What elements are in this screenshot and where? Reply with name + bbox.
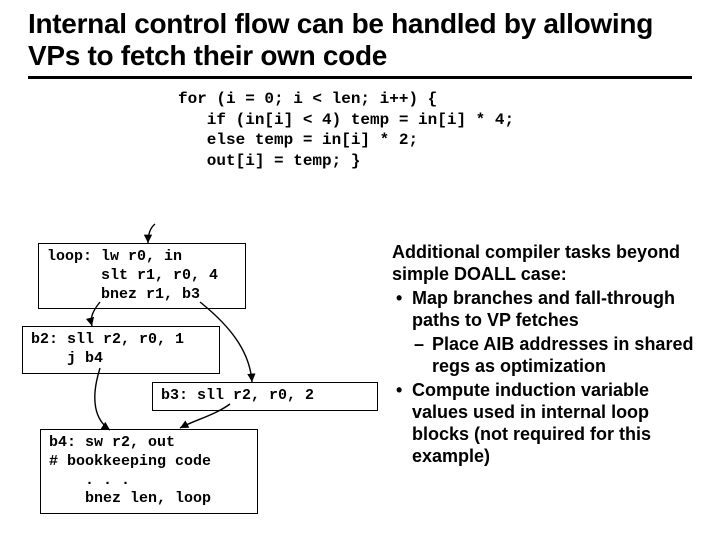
compiler-tasks-list: Map branches and fall-through paths to V… bbox=[392, 288, 702, 468]
subbullet-aib-addresses: Place AIB addresses in shared regs as op… bbox=[392, 334, 702, 378]
compiler-tasks: Additional compiler tasks beyond simple … bbox=[392, 242, 702, 468]
asm-block-loop: loop: lw r0, in slt r1, r0, 4 bnez r1, b… bbox=[38, 243, 246, 309]
asm-block-b2: b2: sll r2, r0, 1 j b4 bbox=[22, 326, 220, 374]
slide-title: Internal control flow can be handled by … bbox=[28, 8, 692, 72]
title-underline bbox=[28, 76, 692, 79]
slide: Internal control flow can be handled by … bbox=[0, 0, 720, 540]
bullet-map-branches: Map branches and fall-through paths to V… bbox=[392, 288, 702, 332]
source-code-c: for (i = 0; i < len; i++) { if (in[i] < … bbox=[178, 89, 692, 171]
compiler-tasks-heading: Additional compiler tasks beyond simple … bbox=[392, 242, 702, 286]
bullet-induction-vars: Compute induction variable values used i… bbox=[392, 380, 702, 468]
asm-block-b3: b3: sll r2, r0, 2 bbox=[152, 382, 378, 411]
asm-block-b4: b4: sw r2, out # bookkeeping code . . . … bbox=[40, 429, 258, 514]
